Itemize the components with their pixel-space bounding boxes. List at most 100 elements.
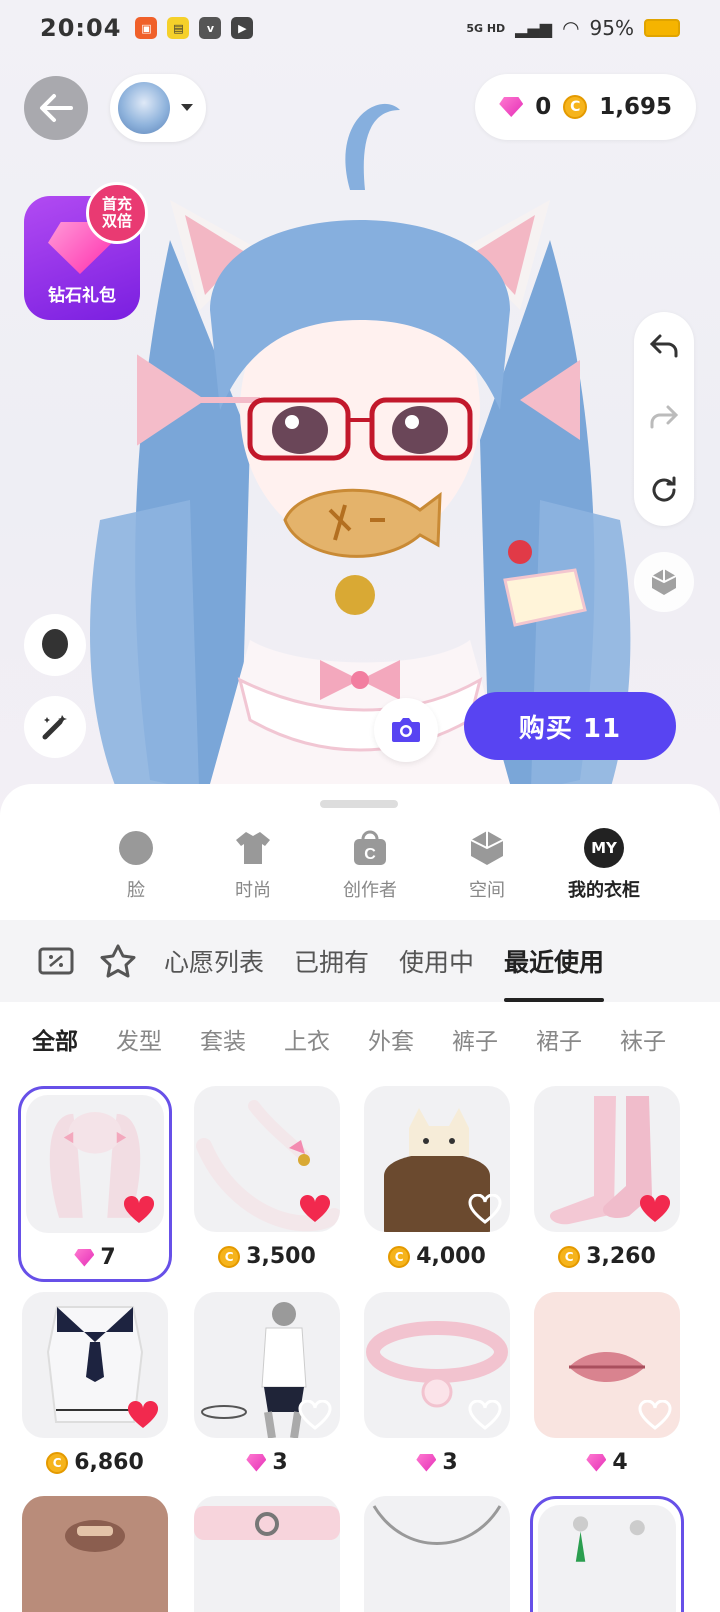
app-notification-icon: ▣ <box>135 17 158 39</box>
type-tab-all[interactable]: 全部 <box>32 1022 78 1056</box>
item-thumbnail <box>364 1496 510 1612</box>
item-price-value: 3 <box>442 1450 458 1475</box>
wifi-icon: ◠ <box>562 16 580 40</box>
item-price: 4 <box>530 1450 684 1475</box>
heart-filled-icon[interactable] <box>126 1400 160 1430</box>
item-thumbnail <box>26 1095 164 1233</box>
space-cube-icon <box>467 828 507 868</box>
heart-filled-icon[interactable] <box>638 1194 672 1224</box>
camera-button[interactable] <box>374 698 438 762</box>
tab-label: 空间 <box>469 880 505 901</box>
item-thumbnail <box>538 1505 676 1612</box>
diamond-gift-pack-button[interactable]: 首充 双倍 钻石礼包 <box>24 182 148 320</box>
star-icon[interactable] <box>98 941 138 981</box>
3d-view-button[interactable] <box>634 552 694 612</box>
item-image <box>194 1506 340 1540</box>
chevron-down-icon <box>181 104 193 111</box>
item-price-value: 3,500 <box>246 1244 316 1269</box>
face-edit-button[interactable] <box>24 614 86 676</box>
tab-label: 时尚 <box>235 880 271 901</box>
play-icon: ▶ <box>231 17 254 39</box>
diamond-icon <box>586 1453 607 1472</box>
my-closet-icon: MY <box>584 828 624 868</box>
heart-filled-icon[interactable] <box>122 1195 156 1225</box>
wardrobe-item[interactable]: 3 <box>190 1292 344 1475</box>
back-button[interactable] <box>24 76 88 140</box>
heart-outline-icon[interactable] <box>638 1399 672 1430</box>
heart-outline-icon[interactable] <box>468 1399 502 1430</box>
diamond-icon <box>416 1453 437 1472</box>
wardrobe-item[interactable]: C 3,260 <box>530 1086 684 1269</box>
item-thumbnail <box>364 1086 510 1232</box>
item-price: 3 <box>190 1450 344 1475</box>
shirt-icon <box>233 828 273 868</box>
sheet-drag-handle[interactable] <box>320 800 398 808</box>
type-tab-socks[interactable]: 袜子 <box>620 1022 666 1056</box>
filter-tab-recent[interactable]: 最近使用 <box>500 920 608 1002</box>
tab-space[interactable]: 空间 <box>441 828 533 902</box>
item-image <box>572 1516 645 1562</box>
filter-tab-owned[interactable]: 已拥有 <box>290 920 373 1002</box>
wardrobe-item[interactable] <box>18 1496 172 1612</box>
wardrobe-item[interactable]: 7 <box>18 1086 172 1282</box>
tab-creator[interactable]: C 创作者 <box>324 828 416 902</box>
heart-outline-icon[interactable] <box>468 1193 502 1224</box>
category-tabs: 脸 时尚 C 创作者 空间 MY 我的衣柜 <box>90 828 650 902</box>
coupon-icon[interactable] <box>36 941 76 981</box>
tab-face[interactable]: 脸 <box>90 828 182 902</box>
arrow-left-icon <box>40 94 73 122</box>
undo-icon[interactable] <box>648 332 680 362</box>
type-tab-pants[interactable]: 裤子 <box>452 1022 498 1056</box>
type-tab-jacket[interactable]: 外套 <box>368 1022 414 1056</box>
tab-label: 创作者 <box>343 880 397 901</box>
filter-tab-wishlist[interactable]: 心愿列表 <box>160 920 268 1002</box>
type-tab-outfit[interactable]: 套装 <box>200 1022 246 1056</box>
wardrobe-item[interactable]: 3 <box>360 1292 514 1475</box>
buy-button[interactable]: 购买 11 <box>464 692 676 760</box>
wardrobe-item[interactable] <box>190 1496 344 1612</box>
gift-pack-label: 钻石礼包 <box>48 286 116 306</box>
tab-fashion[interactable]: 时尚 <box>207 828 299 902</box>
heart-outline-icon[interactable] <box>298 1399 332 1430</box>
svg-text:C: C <box>364 846 376 863</box>
redo-icon[interactable] <box>648 403 680 433</box>
app-notification-icon: v <box>199 17 222 39</box>
wardrobe-item[interactable] <box>530 1496 684 1612</box>
tab-my-closet[interactable]: MY 我的衣柜 <box>558 828 650 902</box>
item-thumbnail <box>194 1292 340 1438</box>
heart-filled-icon[interactable] <box>298 1194 332 1224</box>
type-tab-top[interactable]: 上衣 <box>284 1022 330 1056</box>
status-app-icons: ▣ ▤ v ▶ <box>135 17 254 39</box>
item-image <box>22 1496 168 1612</box>
type-tab-hair[interactable]: 发型 <box>116 1022 162 1056</box>
currency-balance[interactable]: 0 C 1,695 <box>475 74 696 140</box>
creator-bag-icon: C <box>350 828 390 868</box>
cube-icon <box>651 569 677 595</box>
gift-badge: 首充 双倍 <box>86 182 148 244</box>
item-price-value: 3,260 <box>586 1244 656 1269</box>
item-thumbnail <box>534 1086 680 1232</box>
item-thumbnail <box>194 1086 340 1232</box>
coin-balance: 1,695 <box>599 94 672 120</box>
filter-bar: 心愿列表 已拥有 使用中 最近使用 <box>0 920 720 1002</box>
gem-balance: 0 <box>535 94 552 120</box>
item-price-value: 4 <box>612 1450 628 1475</box>
face-icon <box>42 629 68 659</box>
type-tab-skirt[interactable]: 裙子 <box>536 1022 582 1056</box>
diamond-icon <box>246 1453 267 1472</box>
magic-wand-button[interactable] <box>24 696 86 758</box>
item-thumbnail <box>534 1292 680 1438</box>
wardrobe-item[interactable] <box>360 1496 514 1612</box>
camera-icon <box>392 718 420 742</box>
reset-icon[interactable] <box>648 474 680 506</box>
wardrobe-item[interactable]: C 6,860 <box>18 1292 172 1475</box>
filter-tab-in-use[interactable]: 使用中 <box>395 920 478 1002</box>
avatar <box>118 82 170 134</box>
avatar-switcher-button[interactable] <box>110 74 206 142</box>
wardrobe-panel: 脸 时尚 C 创作者 空间 MY 我的衣柜 心愿列表 已拥有 使用中 最近使用 … <box>0 784 720 1612</box>
wardrobe-item[interactable]: C 3,500 <box>190 1086 344 1269</box>
wardrobe-item[interactable]: C 4,000 <box>360 1086 514 1269</box>
wardrobe-item[interactable]: 4 <box>530 1292 684 1475</box>
diamond-icon <box>499 97 524 117</box>
status-bar: 20:04 ▣ ▤ v ▶ 5G HD ▂▄▆ ◠ 95% <box>0 0 720 56</box>
